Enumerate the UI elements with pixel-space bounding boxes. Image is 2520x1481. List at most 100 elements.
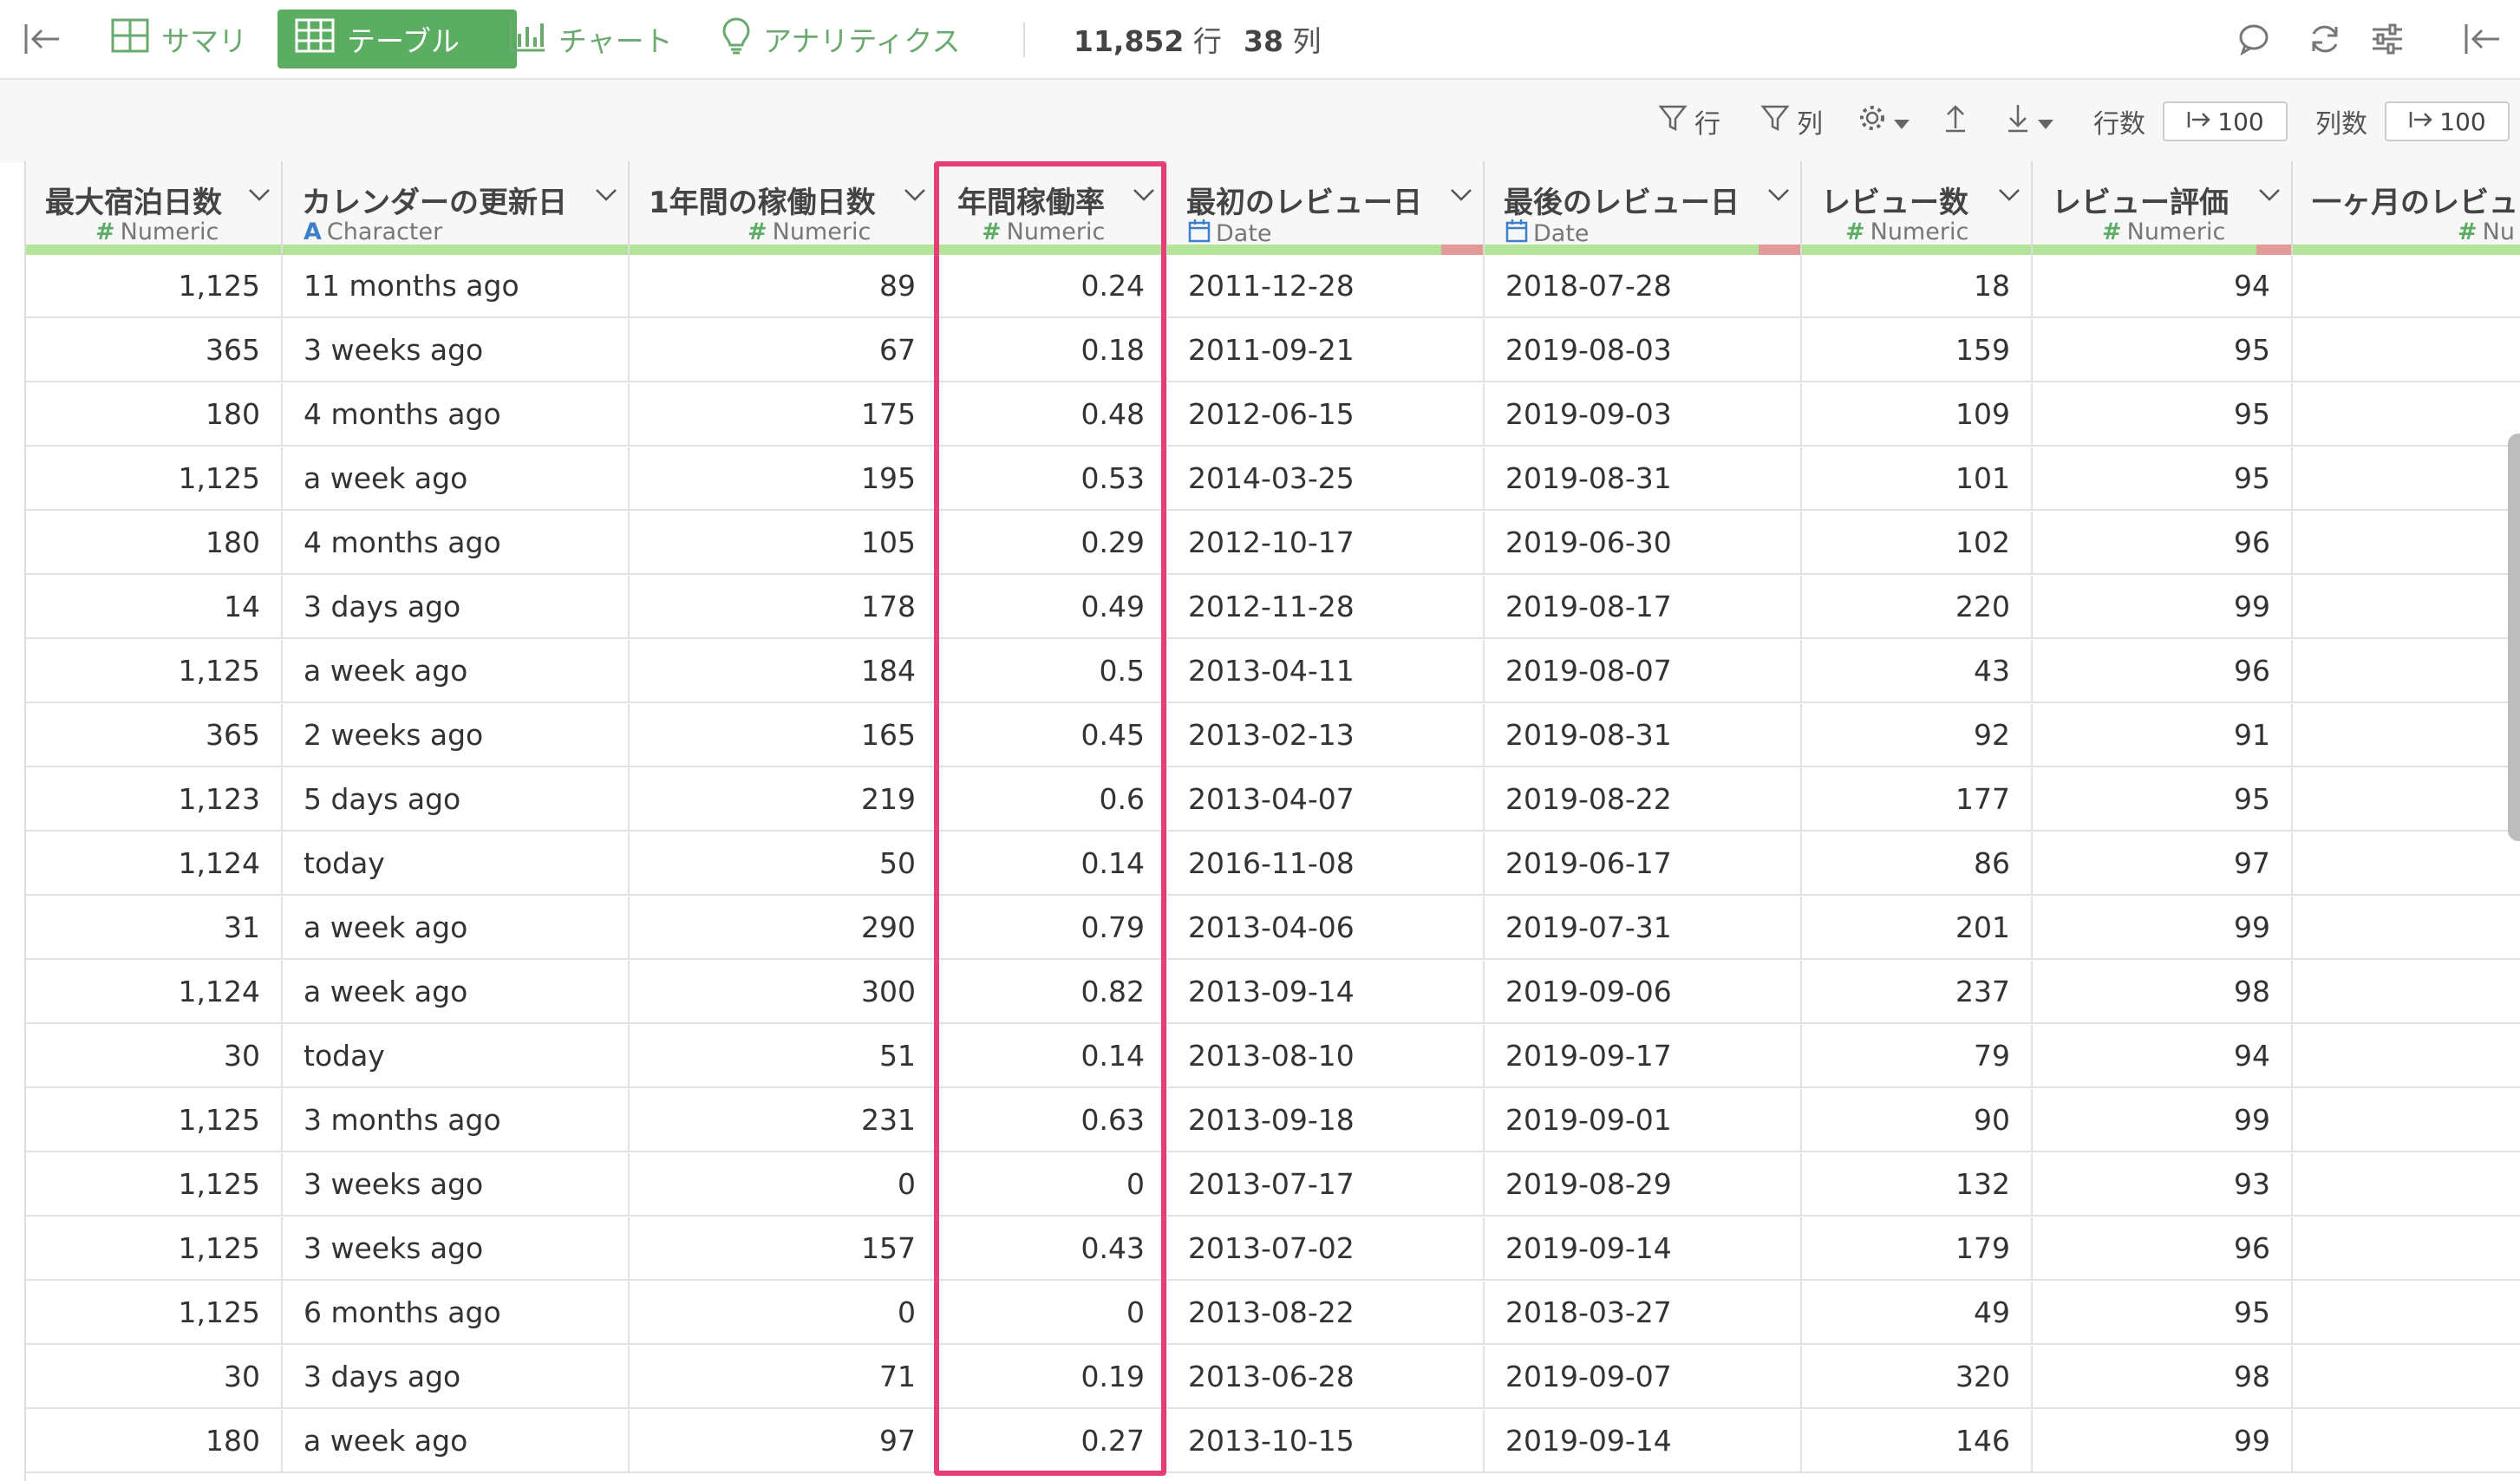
- table-cell[interactable]: 97: [2033, 832, 2293, 894]
- table-cell[interactable]: 6 months ago: [283, 1282, 630, 1343]
- table-cell[interactable]: 2019-08-17: [1485, 576, 1802, 637]
- chevron-down-icon[interactable]: [1133, 187, 1155, 206]
- table-cell[interactable]: 2016-11-08: [1167, 832, 1485, 894]
- settings-sliders-icon[interactable]: [2369, 10, 2406, 69]
- table-cell[interactable]: 105: [630, 512, 938, 573]
- table-cell[interactable]: 231: [630, 1089, 938, 1151]
- table-cell[interactable]: 2013-10-15: [1167, 1410, 1485, 1471]
- table-cell[interactable]: 89: [630, 255, 938, 316]
- table-cell[interactable]: 3 weeks ago: [283, 1153, 630, 1215]
- table-cell[interactable]: 2019-06-17: [1485, 832, 1802, 894]
- table-cell[interactable]: 4 months ago: [283, 512, 630, 573]
- table-cell[interactable]: [2293, 1410, 2520, 1471]
- table-cell[interactable]: 1,125: [26, 1217, 283, 1279]
- table-cell[interactable]: 0.14: [938, 1025, 1167, 1086]
- table-cell[interactable]: 2013-02-13: [1167, 704, 1485, 766]
- table-cell[interactable]: 94: [2033, 1025, 2293, 1086]
- table-cell[interactable]: 2019-06-30: [1485, 512, 1802, 573]
- table-cell[interactable]: 2018-03-27: [1485, 1282, 1802, 1343]
- table-cell[interactable]: 109: [1802, 383, 2033, 445]
- table-cell[interactable]: 237: [1802, 961, 2033, 1022]
- table-cell[interactable]: 99: [2033, 1089, 2293, 1151]
- table-cell[interactable]: a week ago: [283, 1410, 630, 1471]
- table-cell[interactable]: 2013-08-22: [1167, 1282, 1485, 1343]
- table-cell[interactable]: 2018-07-28: [1485, 255, 1802, 316]
- column-header[interactable]: レビュー数 # Numeric: [1802, 161, 2033, 255]
- chevron-down-icon[interactable]: [2258, 187, 2281, 206]
- table-cell[interactable]: [2293, 512, 2520, 573]
- tab-analytics[interactable]: アナリティクス: [704, 10, 977, 69]
- table-cell[interactable]: 18: [1802, 255, 2033, 316]
- table-cell[interactable]: a week ago: [283, 447, 630, 509]
- table-cell[interactable]: 71: [630, 1346, 938, 1407]
- table-cell[interactable]: 177: [1802, 768, 2033, 830]
- table-cell[interactable]: 180: [26, 1410, 283, 1471]
- table-cell[interactable]: 3 weeks ago: [283, 319, 630, 381]
- rows-limit-input[interactable]: 100: [2163, 101, 2288, 141]
- table-cell[interactable]: 95: [2033, 1282, 2293, 1343]
- table-cell[interactable]: a week ago: [283, 640, 630, 701]
- table-cell[interactable]: 179: [1802, 1217, 2033, 1279]
- table-cell[interactable]: 2019-09-14: [1485, 1410, 1802, 1471]
- table-cell[interactable]: [2293, 832, 2520, 894]
- table-cell[interactable]: [2293, 961, 2520, 1022]
- table-cell[interactable]: 320: [1802, 1346, 2033, 1407]
- table-cell[interactable]: 2013-04-11: [1167, 640, 1485, 701]
- table-cell[interactable]: 3 days ago: [283, 576, 630, 637]
- table-cell[interactable]: 5 days ago: [283, 768, 630, 830]
- table-cell[interactable]: 159: [1802, 319, 2033, 381]
- table-cell[interactable]: 43: [1802, 640, 2033, 701]
- table-cell[interactable]: 2019-09-01: [1485, 1089, 1802, 1151]
- table-cell[interactable]: today: [283, 832, 630, 894]
- column-header[interactable]: 1年間の稼働日数 # Numeric: [630, 161, 938, 255]
- table-cell[interactable]: [2293, 255, 2520, 316]
- collapse-left-icon[interactable]: [23, 10, 62, 69]
- table-cell[interactable]: 0.18: [938, 319, 1167, 381]
- table-cell[interactable]: 3 months ago: [283, 1089, 630, 1151]
- chevron-down-icon[interactable]: [1450, 187, 1472, 206]
- table-cell[interactable]: 0.6: [938, 768, 1167, 830]
- column-header[interactable]: 最大宿泊日数 # Numeric: [26, 161, 283, 255]
- table-cell[interactable]: 201: [1802, 897, 2033, 958]
- table-cell[interactable]: 95: [2033, 447, 2293, 509]
- table-cell[interactable]: [2293, 383, 2520, 445]
- table-cell[interactable]: 0.14: [938, 832, 1167, 894]
- table-cell[interactable]: 2019-09-06: [1485, 961, 1802, 1022]
- table-cell[interactable]: 0: [938, 1282, 1167, 1343]
- table-cell[interactable]: a week ago: [283, 961, 630, 1022]
- refresh-icon[interactable]: [2307, 10, 2343, 69]
- gear-menu-button[interactable]: [1857, 101, 1910, 142]
- table-cell[interactable]: [2293, 1282, 2520, 1343]
- table-cell[interactable]: 99: [2033, 576, 2293, 637]
- table-cell[interactable]: 96: [2033, 640, 2293, 701]
- table-cell[interactable]: 0.79: [938, 897, 1167, 958]
- table-cell[interactable]: 1,123: [26, 768, 283, 830]
- table-cell[interactable]: 79: [1802, 1025, 2033, 1086]
- table-cell[interactable]: 2011-12-28: [1167, 255, 1485, 316]
- table-cell[interactable]: 2019-08-31: [1485, 447, 1802, 509]
- table-cell[interactable]: 2019-09-17: [1485, 1025, 1802, 1086]
- table-cell[interactable]: 93: [2033, 1153, 2293, 1215]
- table-cell[interactable]: 365: [26, 704, 283, 766]
- table-cell[interactable]: 184: [630, 640, 938, 701]
- table-cell[interactable]: 180: [26, 512, 283, 573]
- table-cell[interactable]: [2293, 768, 2520, 830]
- table-cell[interactable]: 3 days ago: [283, 1346, 630, 1407]
- table-cell[interactable]: 2012-10-17: [1167, 512, 1485, 573]
- table-cell[interactable]: 95: [2033, 383, 2293, 445]
- column-header[interactable]: 最初のレビュー日 Date: [1167, 161, 1485, 255]
- table-cell[interactable]: 98: [2033, 1346, 2293, 1407]
- table-cell[interactable]: 97: [630, 1410, 938, 1471]
- column-header[interactable]: 年間稼働率 # Numeric: [938, 161, 1167, 255]
- table-cell[interactable]: [2293, 704, 2520, 766]
- table-cell[interactable]: a week ago: [283, 897, 630, 958]
- table-cell[interactable]: 0.5: [938, 640, 1167, 701]
- table-cell[interactable]: 2011-09-21: [1167, 319, 1485, 381]
- table-cell[interactable]: 0: [630, 1282, 938, 1343]
- table-cell[interactable]: 0.19: [938, 1346, 1167, 1407]
- table-cell[interactable]: 50: [630, 832, 938, 894]
- table-cell[interactable]: [2293, 1025, 2520, 1086]
- table-cell[interactable]: 2013-08-10: [1167, 1025, 1485, 1086]
- table-cell[interactable]: 96: [2033, 1217, 2293, 1279]
- table-cell[interactable]: [2293, 1217, 2520, 1279]
